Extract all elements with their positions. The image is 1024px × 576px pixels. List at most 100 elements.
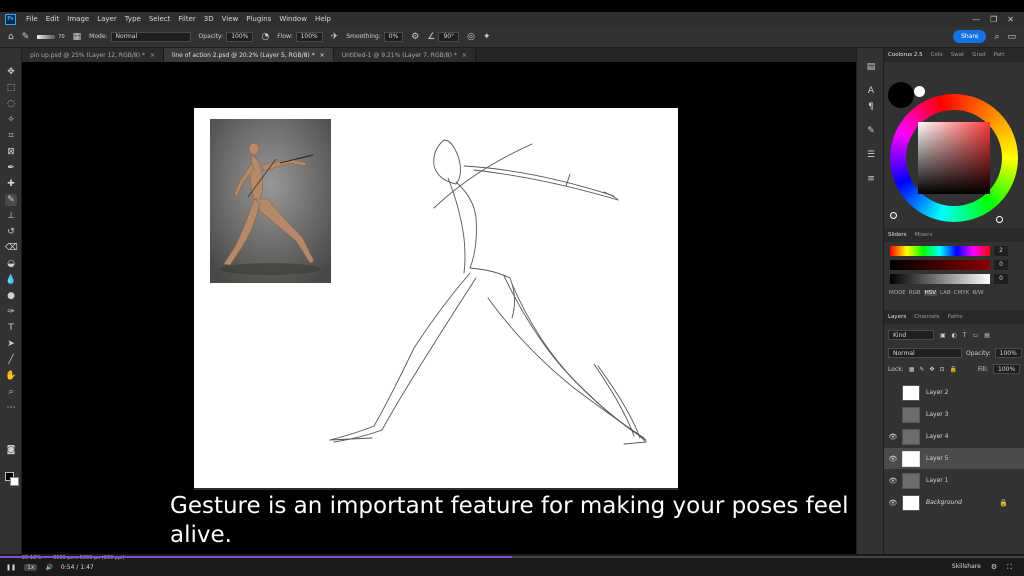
- pause-icon[interactable]: ❚❚: [6, 564, 16, 571]
- workspace-icon[interactable]: ▭: [1007, 32, 1016, 42]
- tab-channels[interactable]: Channels: [910, 314, 943, 320]
- menu-plugins[interactable]: Plugins: [242, 15, 275, 23]
- lock-all-icon[interactable]: 🔒: [949, 366, 956, 373]
- tab-coolorus[interactable]: Coolorus 2.5: [884, 52, 927, 58]
- hue-slider[interactable]: [890, 246, 990, 256]
- close-button[interactable]: ✕: [1007, 15, 1014, 24]
- smoothing-field[interactable]: 0%: [383, 31, 404, 42]
- opacity-field[interactable]: 100%: [226, 31, 254, 42]
- lock-pixels-icon[interactable]: ▦: [909, 366, 915, 373]
- zoom-tool-icon[interactable]: ⌕: [5, 386, 17, 398]
- filter-shape-icon[interactable]: ▭: [973, 332, 979, 339]
- character-panel-icon[interactable]: A: [864, 86, 878, 100]
- tab-pin-up[interactable]: pin up.psd @ 25% (Layer 12, RGB/8) * ×: [22, 48, 164, 62]
- search-icon[interactable]: ⌕: [994, 32, 999, 42]
- adjustments-panel-icon[interactable]: ☰: [864, 150, 878, 164]
- document-canvas[interactable]: [194, 108, 678, 490]
- saturation-value-square[interactable]: [918, 122, 990, 194]
- brush-preset-picker[interactable]: 70: [37, 34, 65, 40]
- quick-mask-icon[interactable]: ◙: [5, 444, 17, 456]
- share-button[interactable]: Share: [953, 30, 987, 43]
- tab-layers[interactable]: Layers: [884, 314, 910, 320]
- airbrush-icon[interactable]: ✈: [331, 32, 339, 42]
- tab-mixers[interactable]: Mixers: [911, 232, 937, 238]
- minimize-button[interactable]: —: [972, 15, 980, 24]
- current-color-swatch[interactable]: [888, 82, 914, 108]
- eye-icon[interactable]: 👁: [884, 477, 902, 485]
- tab-color[interactable]: Colo: [927, 52, 947, 58]
- mode-lab[interactable]: LAB: [940, 290, 951, 296]
- lock-position-icon[interactable]: ✥: [929, 366, 934, 373]
- symmetry-icon[interactable]: ✦: [483, 32, 491, 42]
- frame-tool-icon[interactable]: ⊠: [5, 146, 17, 158]
- brush-settings-icon[interactable]: ▦: [73, 32, 82, 42]
- hue-wheel[interactable]: [890, 94, 1018, 222]
- paint-bucket-tool-icon[interactable]: ◒: [5, 258, 17, 270]
- brush-tool-icon[interactable]: ✎: [5, 194, 17, 206]
- layer-row-layer-3[interactable]: Layer 3: [884, 404, 1024, 425]
- lasso-tool-icon[interactable]: ◌: [5, 98, 17, 110]
- pressure-opacity-icon[interactable]: ◔: [261, 32, 269, 42]
- wheel-handle-icon[interactable]: [996, 216, 1003, 223]
- filter-adjustment-icon[interactable]: ◐: [952, 332, 957, 339]
- eye-icon[interactable]: 👁: [884, 499, 902, 507]
- playback-speed-button[interactable]: 1x: [24, 564, 38, 571]
- smoothing-settings-gear-icon[interactable]: ⚙: [411, 32, 419, 42]
- document-workspace[interactable]: [22, 62, 856, 554]
- pen-tool-icon[interactable]: ✑: [5, 306, 17, 318]
- mode-bw[interactable]: B/W: [972, 290, 983, 296]
- filter-type-icon[interactable]: T: [963, 332, 967, 339]
- layer-row-background[interactable]: 👁 Background 🔒: [884, 492, 1024, 513]
- settings-gear-icon[interactable]: ⚙: [991, 563, 997, 572]
- tab-swatches[interactable]: Swat: [947, 52, 969, 58]
- flow-field[interactable]: 100%: [295, 31, 323, 42]
- move-tool-icon[interactable]: ✥: [5, 66, 17, 78]
- magic-wand-tool-icon[interactable]: ✧: [5, 114, 17, 126]
- mode-rgb[interactable]: RGB: [909, 290, 921, 296]
- layer-row-layer-2[interactable]: Layer 2: [884, 382, 1024, 403]
- angle-field[interactable]: 90°: [438, 31, 460, 42]
- menu-image[interactable]: Image: [63, 15, 93, 23]
- filter-smart-icon[interactable]: ▤: [984, 332, 990, 339]
- layer-row-layer-5[interactable]: 👁 Layer 5: [884, 448, 1024, 469]
- eyedropper-tool-icon[interactable]: ✒: [5, 162, 17, 174]
- properties-panel-icon[interactable]: ≡: [864, 174, 878, 188]
- brightness-slider[interactable]: [890, 274, 990, 284]
- mode-select[interactable]: Normal: [110, 31, 191, 42]
- home-icon[interactable]: ⌂: [8, 32, 14, 42]
- lock-artboard-icon[interactable]: ⊡: [939, 366, 944, 373]
- video-progress-bar[interactable]: [0, 556, 1024, 558]
- menu-3d[interactable]: 3D: [200, 15, 218, 23]
- dodge-tool-icon[interactable]: ●: [5, 290, 17, 302]
- healing-brush-tool-icon[interactable]: ✚: [5, 178, 17, 190]
- lock-paint-icon[interactable]: ✎: [919, 366, 924, 373]
- layer-row-layer-1[interactable]: 👁 Layer 1: [884, 470, 1024, 491]
- mode-cmyk[interactable]: CMYK: [954, 290, 970, 296]
- marquee-tool-icon[interactable]: ⬚: [5, 82, 17, 94]
- paragraph-panel-icon[interactable]: ¶: [864, 102, 878, 116]
- menu-select[interactable]: Select: [145, 15, 175, 23]
- layer-filter-kind[interactable]: Kind: [888, 330, 934, 340]
- blur-tool-icon[interactable]: 💧: [5, 274, 17, 286]
- eye-icon[interactable]: 👁: [884, 455, 902, 463]
- menu-view[interactable]: View: [218, 15, 243, 23]
- maximize-button[interactable]: ❐: [990, 15, 997, 24]
- saturation-value[interactable]: 0: [994, 260, 1008, 270]
- pressure-size-icon[interactable]: ◎: [467, 32, 475, 42]
- more-tools-icon[interactable]: ⋯: [5, 402, 17, 414]
- tab-sliders[interactable]: Sliders: [884, 232, 911, 238]
- volume-icon[interactable]: 🔊: [45, 564, 52, 571]
- crop-tool-icon[interactable]: ⌗: [5, 130, 17, 142]
- path-selection-tool-icon[interactable]: ➤: [5, 338, 17, 350]
- background-color-swatch[interactable]: [10, 477, 19, 486]
- type-tool-icon[interactable]: T: [5, 322, 17, 334]
- layer-opacity-field[interactable]: 100%: [994, 348, 1022, 358]
- menu-edit[interactable]: Edit: [42, 15, 64, 23]
- menu-type[interactable]: Type: [121, 15, 145, 23]
- gamut-icon[interactable]: [890, 212, 897, 219]
- fill-field[interactable]: 100%: [993, 364, 1021, 374]
- menu-window[interactable]: Window: [275, 15, 311, 23]
- eraser-tool-icon[interactable]: ⌫: [5, 242, 18, 254]
- tab-line-of-action[interactable]: line of action 2.psd @ 20.2% (Layer 5, R…: [163, 48, 334, 62]
- filter-pixel-icon[interactable]: ▣: [940, 332, 946, 339]
